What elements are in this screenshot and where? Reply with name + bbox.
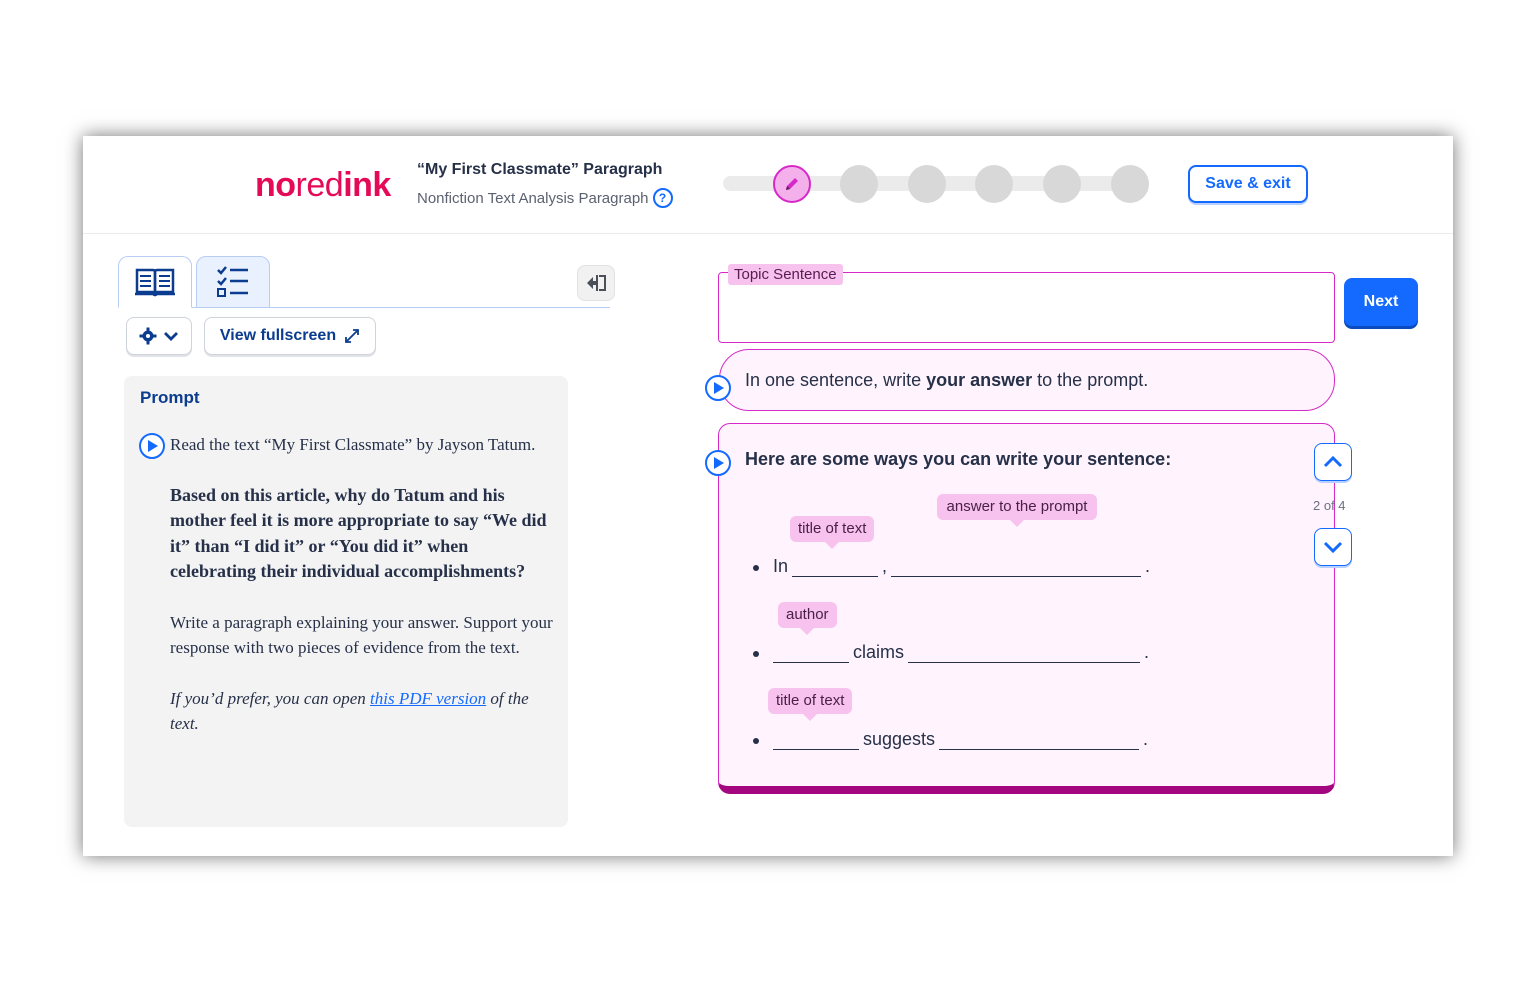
- blank: [773, 730, 859, 750]
- expand-icon: [345, 329, 359, 343]
- previous-frame-button[interactable]: [1314, 443, 1352, 481]
- sentence-frame-1: In , .: [753, 556, 1150, 577]
- step-3: [908, 165, 946, 203]
- tag-answer-to-prompt: answer to the prompt: [937, 494, 1097, 527]
- prompt-text: Read the text “My First Classmate” by Ja…: [170, 432, 554, 762]
- step-4: [975, 165, 1013, 203]
- progress-stepper: [723, 163, 1153, 203]
- assignment-subtitle: Nonfiction Text Analysis Paragraph ?: [417, 188, 673, 208]
- blank: [939, 730, 1140, 750]
- sentence-frame-2: claims .: [753, 642, 1149, 663]
- prompt-question: Based on this article, why do Tatum and …: [170, 484, 547, 582]
- question-icon[interactable]: ?: [652, 188, 673, 208]
- blank: [792, 557, 879, 577]
- blank: [908, 643, 1141, 663]
- save-exit-button[interactable]: Save & exit: [1188, 165, 1308, 203]
- resource-tabs: [118, 256, 610, 308]
- chevron-up-icon: [1323, 455, 1343, 468]
- play-audio-instruction-icon[interactable]: [705, 375, 731, 401]
- prompt-intro: Read the text “My First Classmate” by Ja…: [170, 435, 536, 454]
- prompt-label: Prompt: [140, 388, 200, 407]
- checklist-icon: [217, 266, 248, 297]
- step-5: [1043, 165, 1081, 203]
- view-fullscreen-button[interactable]: View fullscreen: [204, 317, 376, 355]
- settings-dropdown-button[interactable]: [126, 317, 192, 355]
- tab-checklist[interactable]: [196, 256, 270, 308]
- step-2: [840, 165, 878, 203]
- assignment-title: “My First Classmate” Paragraph: [417, 161, 663, 178]
- header-bar: noredink “My First Classmate” Paragraph …: [83, 136, 1453, 234]
- topic-sentence-label: Topic Sentence: [728, 264, 843, 285]
- frame-page-count: 2 of 4: [1313, 498, 1346, 513]
- blank: [891, 557, 1142, 577]
- chevron-down-icon: [1323, 541, 1343, 554]
- pdf-note: If you’d prefer, you can open this PDF v…: [170, 688, 529, 734]
- next-frame-button[interactable]: [1314, 528, 1352, 566]
- book-icon: [135, 268, 175, 297]
- tag-author: author: [778, 602, 837, 635]
- prompt-instructions: Write a paragraph explaining your answer…: [170, 612, 553, 658]
- play-audio-frames-icon[interactable]: [705, 450, 731, 476]
- play-audio-prompt-icon[interactable]: [139, 433, 165, 459]
- step-6: [1111, 165, 1149, 203]
- blank: [773, 643, 849, 663]
- app-window: noredink “My First Classmate” Paragraph …: [83, 136, 1453, 856]
- chevron-down-icon: [164, 332, 178, 341]
- pdf-version-link[interactable]: this PDF version: [370, 689, 486, 708]
- collapse-panel-button[interactable]: [577, 265, 615, 301]
- collapse-arrow-icon: [587, 275, 606, 291]
- sentence-frame-3: suggests .: [753, 729, 1148, 750]
- tab-reading[interactable]: [118, 256, 192, 308]
- gear-icon: [139, 327, 157, 345]
- tag-title-of-text-1: title of text: [790, 516, 875, 549]
- pencil-icon: [786, 178, 798, 190]
- noredink-logo: noredink: [255, 166, 391, 204]
- step-1-current-pencil: [773, 165, 811, 203]
- prompt-panel: Prompt Read the text “My First Classmate…: [124, 376, 568, 827]
- sentence-frames-title: Here are some ways you can write your se…: [745, 449, 1172, 469]
- tag-title-of-text-2: title of text: [768, 688, 853, 721]
- next-button[interactable]: Next: [1344, 278, 1418, 326]
- instruction-text: In one sentence, write your answer to th…: [745, 370, 1149, 390]
